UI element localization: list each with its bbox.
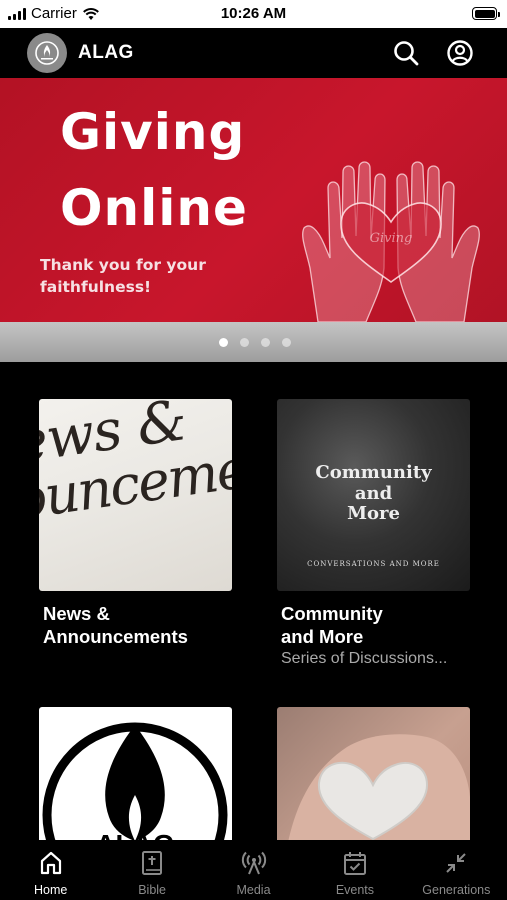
card-title-line2: Announcements [43,626,188,648]
bible-icon [142,851,163,875]
page-dots [0,338,507,347]
banner-title-line2: Online [60,179,248,237]
battery-icon [472,7,500,20]
card-title-line2: and More [281,626,364,648]
tab-events[interactable]: Events [304,840,405,900]
tab-bible[interactable]: Bible [101,840,202,900]
giving-online-banner[interactable]: Giving Online Thank you for your faithfu… [0,78,507,322]
tab-label-events: Events [335,883,375,897]
calendar-check-icon [343,852,366,875]
banner-title-line1: Giving [60,103,246,161]
card-news-announcements[interactable]: ews & ouncemen News & Announcements [39,399,232,648]
hands-heart-icon: Giving [302,161,480,322]
card-subtitle: Series of Discussions... [281,650,448,668]
community-image-title: Community and More [277,462,470,525]
page-dot-3[interactable] [261,338,270,347]
home-icon [40,851,61,875]
tab-generations[interactable]: Generations [406,840,507,900]
card-title-line1: News & [43,603,110,624]
flame-logo-icon[interactable] [27,33,67,73]
news-announcements-image: ews & ouncemen [39,399,232,591]
community-image-line2: and [354,482,393,504]
status-time: 10:26 AM [220,5,287,22]
tab-home[interactable]: Home [0,840,101,900]
community-image-line1: Community [315,462,432,483]
user-circle-icon[interactable] [446,39,474,67]
banner-subtitle-line2: faithfulness! [40,278,152,297]
tab-label-home: Home [34,883,68,897]
community-image-subtitle: CONVERSATIONS AND MORE [307,560,440,568]
carousel-pagination [0,322,507,362]
tab-label-media: Media [236,883,271,897]
card-title-line1: Community [281,603,383,624]
banner-subtitle: Thank you for your faithfulness! [40,254,270,299]
community-image: Community and More CONVERSATIONS AND MOR… [277,399,470,591]
card-title: Community and More [281,602,470,648]
broadcast-icon [241,851,266,875]
banner-title: Giving Online [60,92,248,248]
tab-label-generations: Generations [422,883,491,897]
community-image-line3: More [347,503,400,525]
search-icon[interactable] [392,39,420,67]
page-dot-1[interactable] [219,338,228,347]
page-dot-4[interactable] [282,338,291,347]
tab-label-bible: Bible [138,883,166,897]
card-community-and-more[interactable]: Community and More CONVERSATIONS AND MOR… [277,399,470,668]
page-dot-2[interactable] [240,338,249,347]
heart-label: Giving [370,231,413,246]
app-header: ALAG [0,28,507,78]
bottom-tab-bar: Home Bible Media Events Generations [0,840,507,900]
banner-subtitle-line1: Thank you for your [40,256,206,274]
app-title: ALAG [78,42,134,63]
card-title: News & Announcements [43,602,232,648]
tab-media[interactable]: Media [203,840,304,900]
status-bar: Carrier 10:26 AM [0,0,507,28]
collapse-arrows-icon [446,853,467,873]
